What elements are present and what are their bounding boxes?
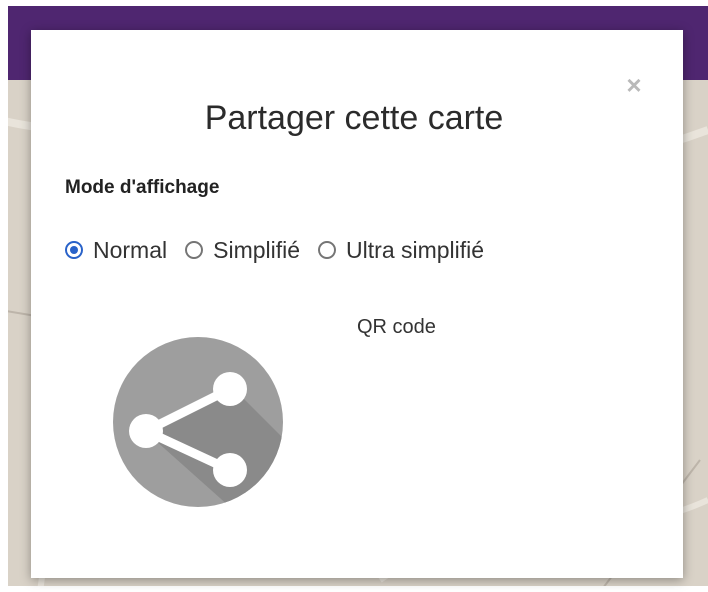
radio-unchecked-icon[interactable] xyxy=(185,241,204,259)
share-map-dialog: Partager cette carte × Mode d'affichage … xyxy=(31,30,683,578)
radio-normal[interactable]: Normal xyxy=(65,236,167,264)
radio-unchecked-icon[interactable] xyxy=(318,241,337,259)
close-icon[interactable]: × xyxy=(621,72,647,98)
qr-code-label: QR code xyxy=(357,316,436,338)
frame-top xyxy=(0,0,708,6)
share-icon[interactable] xyxy=(113,337,283,507)
radio-ultra-simplifie[interactable]: Ultra simplifié xyxy=(318,236,484,264)
display-mode-label: Mode d'affichage xyxy=(65,177,220,198)
radio-checked-icon[interactable] xyxy=(65,241,83,259)
radio-ultra-simplifie-label: Ultra simplifié xyxy=(346,237,485,263)
frame-bottom xyxy=(0,586,708,592)
radio-simplifie-label: Simplifié xyxy=(213,237,301,263)
radio-simplifie[interactable]: Simplifié xyxy=(185,236,300,264)
frame-left xyxy=(0,0,8,592)
dialog-title: Partager cette carte xyxy=(204,99,504,137)
radio-normal-label: Normal xyxy=(93,237,168,263)
display-mode-radio-group: Normal Simplifié Ultra simplifié xyxy=(65,232,502,268)
